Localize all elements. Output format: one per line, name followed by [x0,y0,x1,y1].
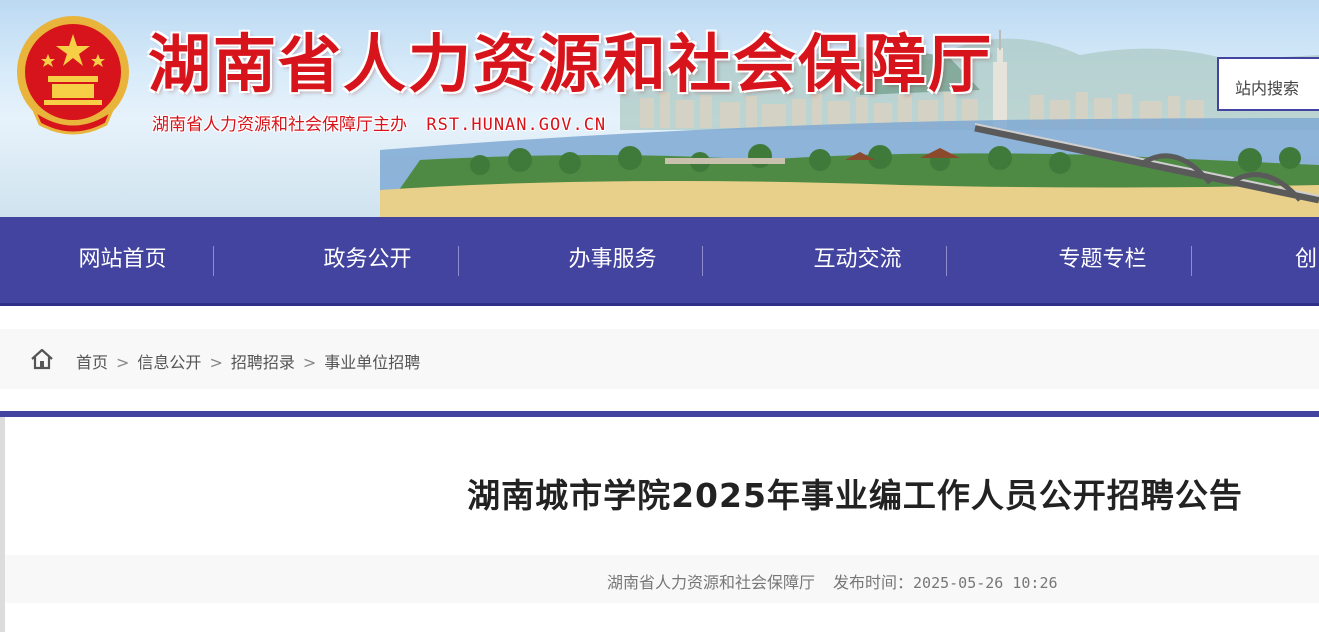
nav-item-innovation[interactable]: 创 [1225,217,1319,303]
nav-divider [458,246,459,276]
nav-divider [946,246,947,276]
breadcrumb-trail: 首页 > 信息公开 > 招聘招录 > 事业单位招聘 [76,349,420,373]
article-title: 湖南城市学院2025年事业编工作人员公开招聘公告 [467,476,1243,515]
national-emblem-logo [17,16,129,135]
article-meta: 湖南省人力资源和社会保障厅 发布时间：2025-05-26 10:26 [607,569,1058,593]
breadcrumb-separator: > [116,353,130,372]
nav-item-gov-affairs[interactable]: 政务公开 [245,217,490,303]
site-banner: 湖南省人力资源和社会保障厅 湖南省人力资源和社会保障厅主办 RST.HUNAN.… [0,0,1319,217]
nav-item-services[interactable]: 办事服务 [490,217,735,303]
publish-time-label: 发布时间： [833,573,914,592]
publish-time: 2025-05-26 10:26 [913,574,1058,592]
site-sponsor-text: 湖南省人力资源和社会保障厅主办 [152,115,407,135]
article-source: 湖南省人力资源和社会保障厅 [607,573,816,592]
breadcrumb-link-info-disclosure[interactable]: 信息公开 [137,353,201,372]
main-nav: 网站首页 政务公开 办事服务 互动交流 专题专栏 创 [0,217,1319,306]
site-subtitle: 湖南省人力资源和社会保障厅主办 RST.HUNAN.GOV.CN [152,110,606,135]
site-search-label: 站内搜索 [1235,79,1300,98]
nav-item-topics[interactable]: 专题专栏 [980,217,1225,303]
breadcrumb-link-institution-hiring[interactable]: 事业单位招聘 [324,353,420,372]
nav-item-home[interactable]: 网站首页 [0,217,245,303]
nav-divider [213,246,214,276]
nav-item-interaction[interactable]: 互动交流 [735,217,980,303]
home-icon[interactable] [29,347,55,371]
article-container: 湖南城市学院2025年事业编工作人员公开招聘公告 湖南省人力资源和社会保障厅 发布… [0,411,1319,632]
breadcrumb: 首页 > 信息公开 > 招聘招录 > 事业单位招聘 [0,329,1319,389]
nav-divider [1191,246,1192,276]
breadcrumb-separator: > [209,353,223,372]
site-title: 湖南省人力资源和社会保障厅 [148,27,993,101]
nav-divider [702,246,703,276]
breadcrumb-link-home[interactable]: 首页 [76,353,108,372]
site-search-button[interactable]: 站内搜索 [1217,57,1319,111]
breadcrumb-separator: > [302,353,317,372]
breadcrumb-link-recruitment[interactable]: 招聘招录 [231,353,295,372]
article-meta-bar: 湖南省人力资源和社会保障厅 发布时间：2025-05-26 10:26 [5,555,1319,603]
site-domain-text: RST.HUNAN.GOV.CN [426,115,607,135]
